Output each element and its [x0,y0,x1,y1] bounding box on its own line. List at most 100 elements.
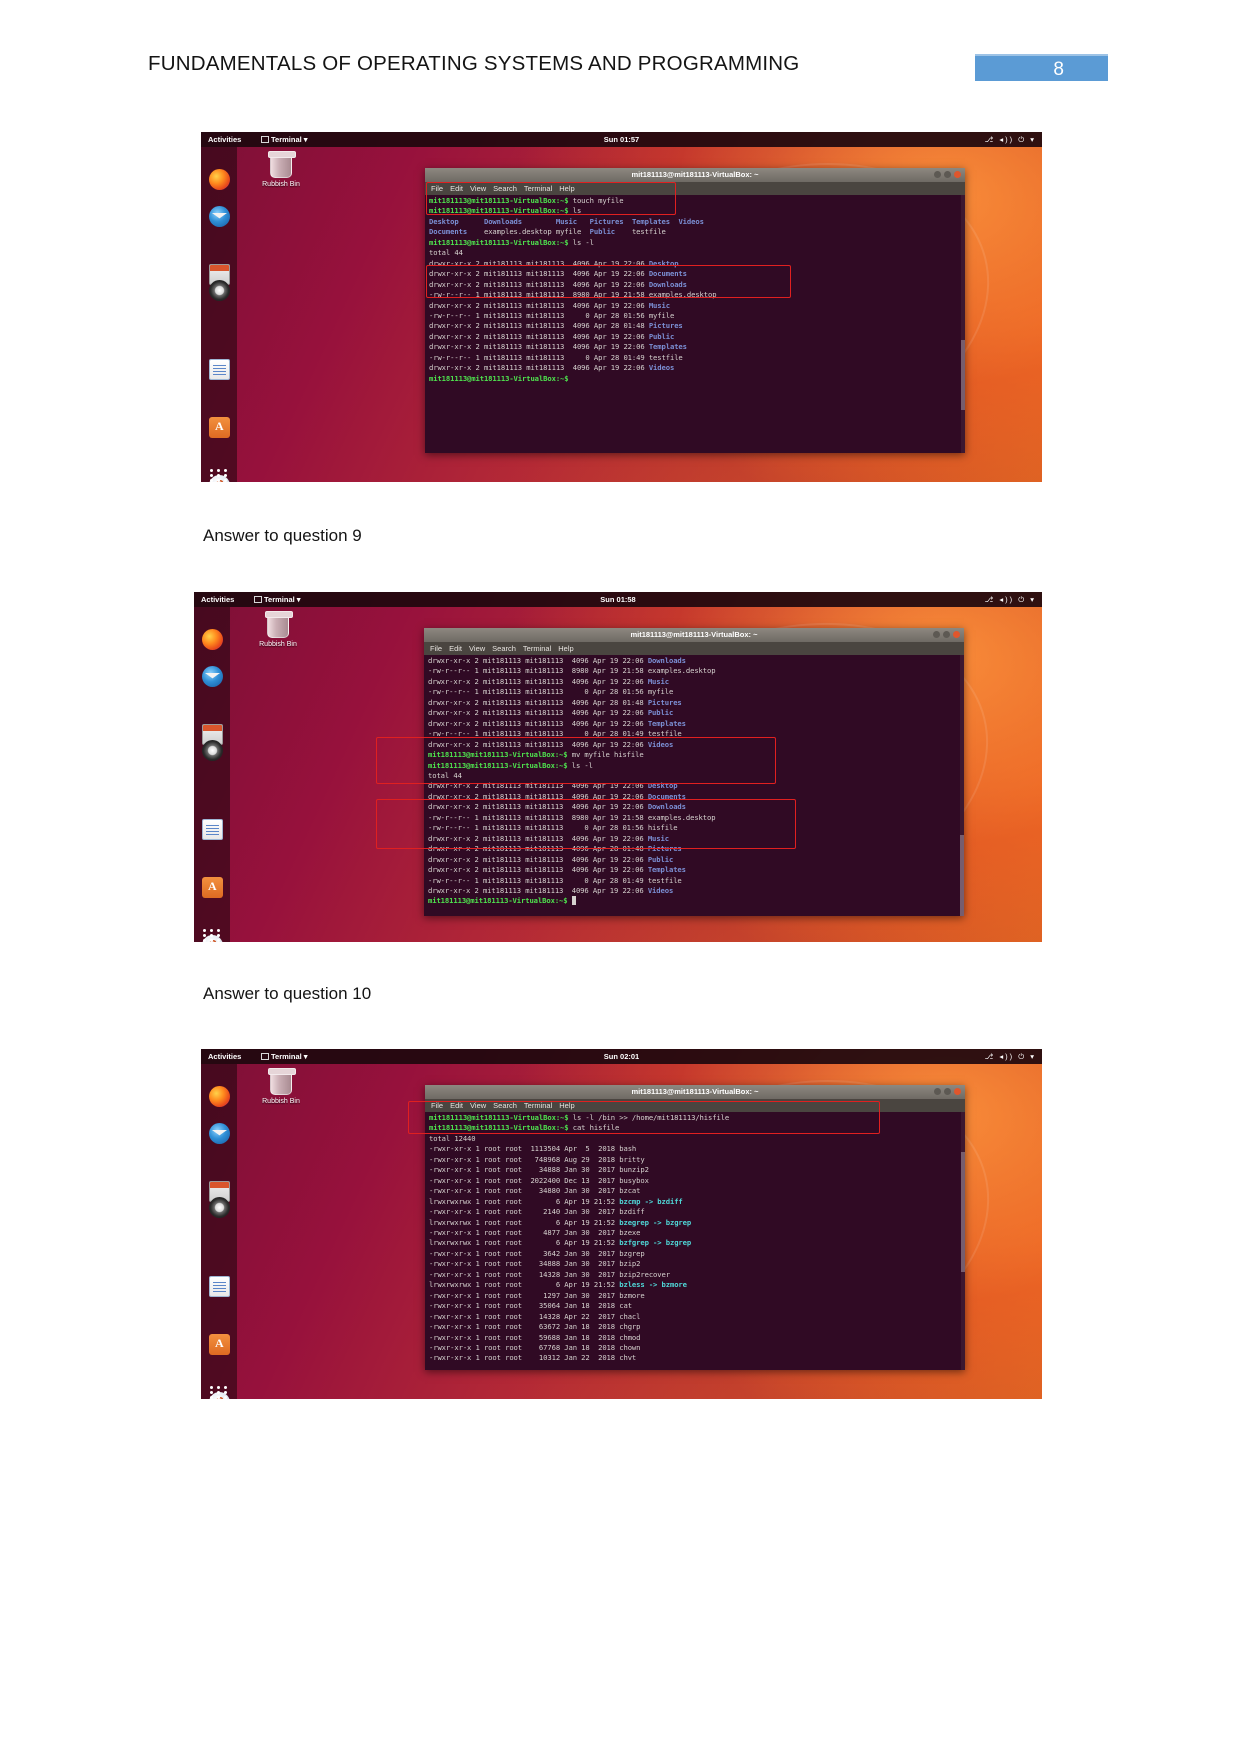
menu-item-help[interactable]: Help [558,644,573,653]
menu-item-view[interactable]: View [469,644,485,653]
menu-item-view[interactable]: View [470,1101,486,1110]
terminal-line: drwxr-xr-x 2 mit181113 mit181113 4096 Ap… [429,321,683,331]
minimize-button[interactable] [934,1088,941,1095]
terminal-line: -rw-r--r-- 1 mit181113 mit181113 0 Apr 2… [429,310,675,320]
terminal-title-text: mit181113@mit181113-VirtualBox: ~ [631,1087,759,1096]
close-button[interactable] [953,631,960,638]
terminal-line: -rwxr-xr-x 1 root root 1297 Jan 30 2017 … [429,1290,645,1300]
terminal-line: drwxr-xr-x 2 mit181113 mit181113 4096 Ap… [428,865,686,875]
gnome-top-bar: Activities Terminal ▾ Sun 01:58 ⎇ ◂)) ⏻ ▾ [194,592,1042,607]
terminal-menubar[interactable]: File Edit View Search Terminal Help [425,182,965,195]
terminal-window[interactable]: mit181113@mit181113-VirtualBox: ~ File Edi… [425,168,965,453]
menu-item-edit[interactable]: Edit [450,1101,463,1110]
maximize-button[interactable] [944,1088,951,1095]
terminal-line: drwxr-xr-x 2 mit181113 mit181113 4096 Ap… [429,363,675,373]
system-clock[interactable]: Sun 01:57 [201,132,1042,147]
rubbish-bin-desktop-icon[interactable]: Rubbish Bin [246,611,310,648]
menu-item-file[interactable]: File [431,184,443,193]
ubuntu-software-icon[interactable] [209,1334,230,1355]
menu-item-search[interactable]: Search [493,184,517,193]
terminal-line: lrwxrwxrwx 1 root root 6 Apr 19 21:52 bz… [429,1196,683,1206]
minimize-button[interactable] [933,631,940,638]
ubuntu-software-icon[interactable] [202,877,223,898]
terminal-line: -rw-r--r-- 1 mit181113 mit181113 8980 Ap… [429,290,717,300]
terminal-line: drwxr-xr-x 2 mit181113 mit181113 4096 Ap… [429,331,675,341]
system-clock[interactable]: Sun 02:01 [201,1049,1042,1064]
terminal-line: drwxr-xr-x 2 mit181113 mit181113 4096 Ap… [428,854,674,864]
window-controls[interactable] [934,171,961,178]
close-button[interactable] [954,171,961,178]
system-clock[interactable]: Sun 01:58 [194,592,1042,607]
terminal-line: drwxr-xr-x 2 mit181113 mit181113 4096 Ap… [429,269,687,279]
thunderbird-icon[interactable] [209,1123,230,1144]
terminal-window[interactable]: mit181113@mit181113-VirtualBox: ~ File Edi… [425,1085,965,1370]
ubuntu-software-icon[interactable] [209,417,230,438]
terminal-line: -rw-r--r-- 1 mit181113 mit181113 8980 Ap… [428,666,716,676]
terminal-line: drwxr-xr-x 2 mit181113 mit181113 4096 Ap… [428,739,674,749]
menu-item-edit[interactable]: Edit [450,184,463,193]
libreoffice-writer-icon[interactable] [209,1276,230,1297]
terminal-output: drwxr-xr-x 2 mit181113 mit181113 4096 Ap… [424,655,964,909]
show-applications-icon[interactable] [210,469,229,482]
menu-item-terminal[interactable]: Terminal [524,184,552,193]
system-tray[interactable]: ⎇ ◂)) ⏻ ▾ [985,592,1036,607]
libreoffice-writer-icon[interactable] [209,359,230,380]
menu-item-help[interactable]: Help [559,1101,574,1110]
maximize-button[interactable] [943,631,950,638]
terminal-scrollbar[interactable] [960,655,964,916]
menu-item-file[interactable]: File [430,644,442,653]
menu-item-terminal[interactable]: Terminal [523,644,551,653]
terminal-line: -rwxr-xr-x 1 root root 59688 Jan 18 2018… [429,1332,641,1342]
rhythmbox-icon[interactable] [202,740,223,761]
menu-item-edit[interactable]: Edit [449,644,462,653]
rhythmbox-icon[interactable] [209,1197,230,1218]
thunderbird-icon[interactable] [202,666,223,687]
terminal-menubar[interactable]: File Edit View Search Terminal Help [425,1099,965,1112]
firefox-icon[interactable] [202,629,223,650]
maximize-button[interactable] [944,171,951,178]
system-tray[interactable]: ⎇ ◂)) ⏻ ▾ [985,132,1036,147]
terminal-line: mit181113@mit181113-VirtualBox:~$ ls [429,206,582,216]
firefox-icon[interactable] [209,169,230,190]
terminal-titlebar[interactable]: mit181113@mit181113-VirtualBox: ~ [425,168,965,182]
terminal-line: drwxr-xr-x 2 mit181113 mit181113 4096 Ap… [428,802,686,812]
window-controls[interactable] [934,1088,961,1095]
menu-item-view[interactable]: View [470,184,486,193]
caption-answer-10: Answer to question 10 [203,984,372,1003]
thunderbird-icon[interactable] [209,206,230,227]
terminal-titlebar[interactable]: mit181113@mit181113-VirtualBox: ~ [424,628,964,642]
caption-answer-9: Answer to question 9 [203,526,362,545]
rubbish-bin-desktop-icon[interactable]: Rubbish Bin [249,151,313,188]
terminal-titlebar[interactable]: mit181113@mit181113-VirtualBox: ~ [425,1085,965,1099]
minimize-button[interactable] [934,171,941,178]
screenshot-figure-2: ActivitiesTerminal ▾Sun 01:58⎇ ◂)) ⏻ ▾ Ru… [194,592,1042,942]
terminal-line: drwxr-xr-x 2 mit181113 mit181113 4096 Ap… [428,885,674,895]
terminal-menubar[interactable]: File Edit View Search Terminal Help [424,642,964,655]
window-controls[interactable] [933,631,960,638]
close-button[interactable] [954,1088,961,1095]
rhythmbox-icon[interactable] [209,280,230,301]
menu-item-search[interactable]: Search [492,644,516,653]
menu-item-search[interactable]: Search [493,1101,517,1110]
menu-item-help[interactable]: Help [559,184,574,193]
terminal-line: -rw-r--r-- 1 mit181113 mit181113 8980 Ap… [428,812,716,822]
rubbish-bin-desktop-icon[interactable]: Rubbish Bin [249,1068,313,1105]
show-applications-icon[interactable] [210,1386,229,1399]
menu-item-terminal[interactable]: Terminal [524,1101,552,1110]
terminal-window[interactable]: mit181113@mit181113-VirtualBox: ~ File Edi… [424,628,964,916]
document-header: FUNDAMENTALS OF OPERATING SYSTEMS AND PR… [0,0,1241,100]
firefox-icon[interactable] [209,1086,230,1107]
terminal-scrollbar[interactable] [961,195,965,453]
terminal-line: -rwxr-xr-x 1 root root 10312 Jan 22 2018… [429,1353,637,1363]
menu-item-file[interactable]: File [431,1101,443,1110]
terminal-line: drwxr-xr-x 2 mit181113 mit181113 4096 Ap… [428,718,686,728]
libreoffice-writer-icon[interactable] [202,819,223,840]
terminal-line: -rwxr-xr-x 1 root root 2022400 Dec 13 20… [429,1175,649,1185]
show-applications-icon[interactable] [203,929,222,942]
system-tray[interactable]: ⎇ ◂)) ⏻ ▾ [985,1049,1036,1064]
terminal-scrollbar[interactable] [961,1112,965,1370]
terminal-line: -rw-r--r-- 1 mit181113 mit181113 0 Apr 2… [429,352,683,362]
gnome-top-bar: Activities Terminal ▾ Sun 02:01 ⎇ ◂)) ⏻ ▾ [201,1049,1042,1064]
terminal-line: drwxr-xr-x 2 mit181113 mit181113 4096 Ap… [429,279,687,289]
terminal-line: total 12440 [429,1133,476,1143]
